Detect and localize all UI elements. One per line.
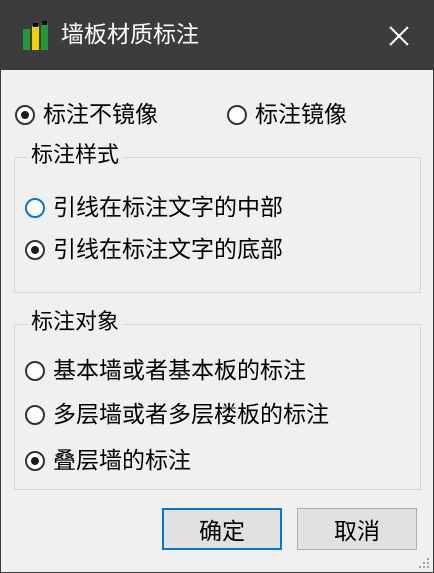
radio-leader-bottom[interactable]: 引线在标注文字的底部	[25, 235, 283, 265]
ok-button[interactable]: 确定	[162, 508, 282, 550]
radio-circle[interactable]	[25, 240, 45, 260]
window-title: 墙板材质标注	[61, 22, 199, 48]
radio-stacked-wall[interactable]: 叠层墙的标注	[25, 446, 191, 476]
radio-label: 叠层墙的标注	[53, 448, 191, 474]
style-group-title: 标注样式	[27, 142, 124, 170]
app-icon	[23, 21, 48, 50]
radio-label: 多层墙或者多层楼板的标注	[53, 402, 329, 428]
radio-mirror[interactable]: 标注镜像	[227, 100, 347, 130]
radio-no-mirror[interactable]: 标注不镜像	[15, 100, 158, 130]
radio-circle[interactable]	[25, 451, 45, 471]
radio-circle[interactable]	[25, 198, 45, 218]
close-icon	[389, 25, 409, 46]
radio-circle[interactable]	[15, 105, 35, 125]
resize-grip-icon[interactable]	[418, 557, 430, 569]
title-bar[interactable]: 墙板材质标注	[1, 1, 433, 70]
radio-layered-wall[interactable]: 多层墙或者多层楼板的标注	[25, 400, 329, 430]
close-button[interactable]	[365, 1, 433, 70]
dialog-window: 墙板材质标注 标注不镜像 标注镜像 标注样式 引线在标注文字的中部 引线在标注文…	[0, 0, 434, 573]
style-group	[14, 157, 421, 293]
radio-circle[interactable]	[25, 405, 45, 425]
radio-basic-wall[interactable]: 基本墙或者基本板的标注	[25, 356, 306, 386]
radio-circle[interactable]	[25, 361, 45, 381]
object-group-title: 标注对象	[27, 309, 124, 337]
radio-leader-middle[interactable]: 引线在标注文字的中部	[25, 193, 283, 223]
radio-circle[interactable]	[227, 105, 247, 125]
radio-label: 引线在标注文字的中部	[53, 195, 283, 221]
radio-label: 标注不镜像	[43, 102, 158, 128]
radio-label: 基本墙或者基本板的标注	[53, 358, 306, 384]
radio-label: 标注镜像	[255, 102, 347, 128]
radio-label: 引线在标注文字的底部	[53, 237, 283, 263]
cancel-button[interactable]: 取消	[297, 508, 417, 550]
